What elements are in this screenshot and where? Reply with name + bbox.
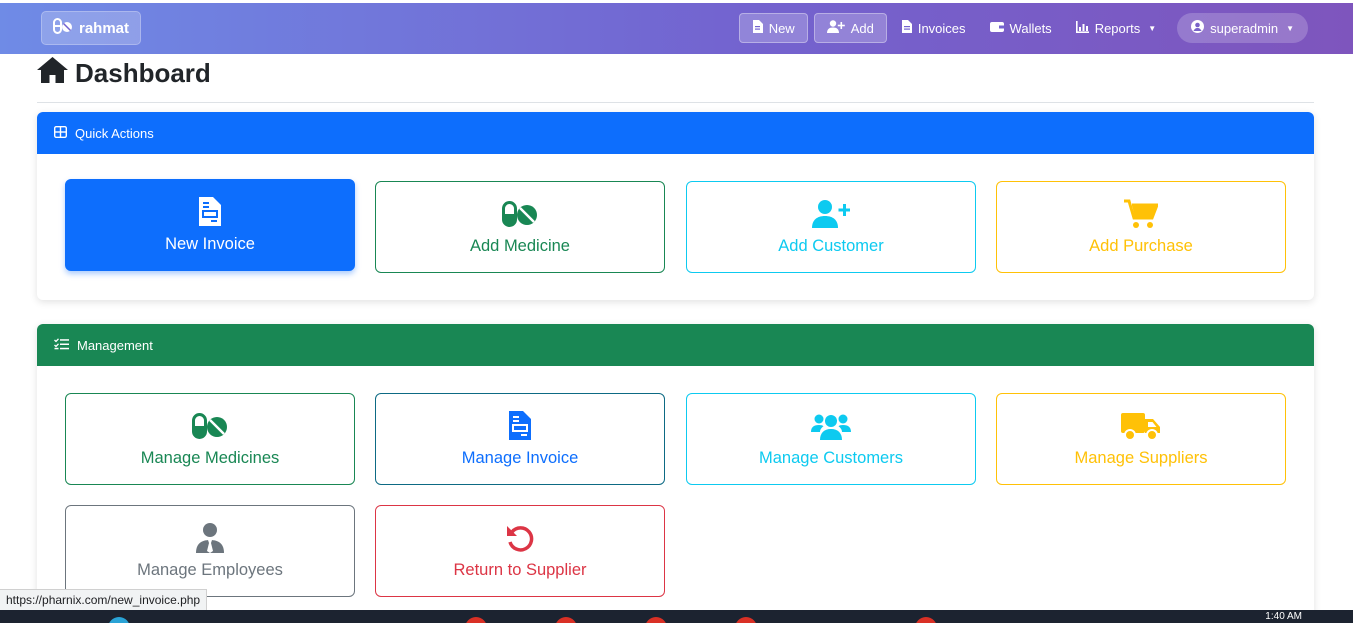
quick-actions-header: Quick Actions — [37, 112, 1314, 154]
nav-wallets[interactable]: Wallets — [981, 13, 1061, 43]
brand-name: rahmat — [79, 19, 130, 37]
user-tie-icon — [196, 522, 224, 553]
nav-invoices[interactable]: Invoices — [893, 13, 975, 43]
manage-invoice-label: Manage Invoice — [461, 448, 579, 467]
manage-employees-label: Manage Employees — [137, 560, 283, 579]
user-circle-icon — [1191, 20, 1205, 36]
nav-invoices-label: Invoices — [917, 20, 966, 36]
return-to-supplier-tile[interactable]: Return to Supplier — [375, 505, 665, 597]
user-menu-label: superadmin — [1210, 20, 1279, 36]
user-menu-dropdown[interactable]: superadmin ▼ — [1177, 13, 1308, 43]
add-customer-tile[interactable]: Add Customer — [686, 181, 976, 273]
manage-medicines-label: Manage Medicines — [140, 448, 280, 467]
management-header: Management — [37, 324, 1314, 366]
file-icon — [752, 20, 763, 36]
pills-icon — [53, 18, 73, 38]
taskbar-clock: 1:40 AM — [1265, 611, 1302, 622]
add-purchase-tile[interactable]: Add Purchase — [996, 181, 1286, 273]
file-invoice-icon — [901, 20, 912, 36]
user-plus-icon — [812, 199, 850, 229]
management-title: Management — [77, 337, 153, 353]
pills-icon — [502, 199, 538, 229]
brand-link[interactable]: rahmat — [41, 11, 142, 45]
add-medicine-label: Add Medicine — [470, 236, 570, 255]
list-check-icon — [54, 337, 69, 353]
wallet-icon — [989, 21, 1004, 36]
os-taskbar: 1:40 AM — [0, 610, 1353, 623]
chevron-down-icon: ▼ — [1286, 23, 1294, 33]
undo-icon — [506, 523, 534, 553]
taskbar-app-icon[interactable] — [555, 617, 577, 623]
page-title: Dashboard — [37, 57, 211, 90]
taskbar-app-icon[interactable] — [465, 617, 487, 623]
quick-actions-card: Quick Actions New Invoice Add Medicine A… — [37, 112, 1314, 300]
top-navbar: rahmat New Add Invoices Wallets Reports … — [0, 3, 1353, 54]
taskbar-app-icon[interactable] — [645, 617, 667, 623]
add-button-label: Add — [850, 20, 874, 36]
manage-medicines-tile[interactable]: Manage Medicines — [65, 393, 355, 485]
taskbar-app-icon[interactable] — [108, 617, 130, 623]
new-button-label: New — [768, 20, 795, 36]
navbar-menu: New Add Invoices Wallets Reports ▼ super… — [738, 13, 1308, 43]
management-card: Management Manage Medicines Manage Invoi… — [37, 324, 1314, 623]
manage-invoice-tile[interactable]: Manage Invoice — [375, 393, 665, 485]
title-divider — [37, 102, 1314, 103]
chart-icon — [1075, 20, 1089, 36]
file-invoice-icon — [199, 197, 221, 227]
page-title-text: Dashboard — [75, 58, 211, 88]
grid-icon — [53, 125, 68, 141]
users-icon — [811, 411, 851, 441]
cart-icon — [1124, 199, 1158, 229]
home-icon — [37, 57, 68, 90]
manage-customers-label: Manage Customers — [759, 448, 903, 467]
manage-employees-tile[interactable]: Manage Employees — [65, 505, 355, 597]
nav-reports-label: Reports — [1094, 20, 1141, 36]
pills-icon — [192, 411, 228, 441]
taskbar-app-icon[interactable] — [915, 617, 937, 623]
nav-reports-dropdown[interactable]: Reports ▼ — [1067, 13, 1165, 43]
add-customer-label: Add Customer — [778, 236, 884, 255]
new-invoice-label: New Invoice — [165, 234, 255, 253]
manage-suppliers-label: Manage Suppliers — [1074, 448, 1208, 467]
add-medicine-tile[interactable]: Add Medicine — [375, 181, 665, 273]
user-plus-icon — [826, 20, 845, 36]
return-to-supplier-label: Return to Supplier — [453, 560, 587, 579]
manage-customers-tile[interactable]: Manage Customers — [686, 393, 976, 485]
new-button[interactable]: New — [738, 13, 808, 43]
nav-wallets-label: Wallets — [1009, 20, 1052, 36]
manage-suppliers-tile[interactable]: Manage Suppliers — [996, 393, 1286, 485]
chevron-down-icon: ▼ — [1148, 23, 1157, 33]
file-invoice-icon — [509, 411, 531, 441]
new-invoice-tile[interactable]: New Invoice — [65, 179, 355, 271]
status-bar-url: https://pharnix.com/new_invoice.php — [0, 589, 208, 610]
quick-actions-title: Quick Actions — [75, 125, 154, 141]
add-purchase-label: Add Purchase — [1089, 236, 1193, 255]
add-button[interactable]: Add — [813, 13, 887, 43]
truck-icon — [1121, 411, 1161, 441]
taskbar-app-icon[interactable] — [735, 617, 757, 623]
